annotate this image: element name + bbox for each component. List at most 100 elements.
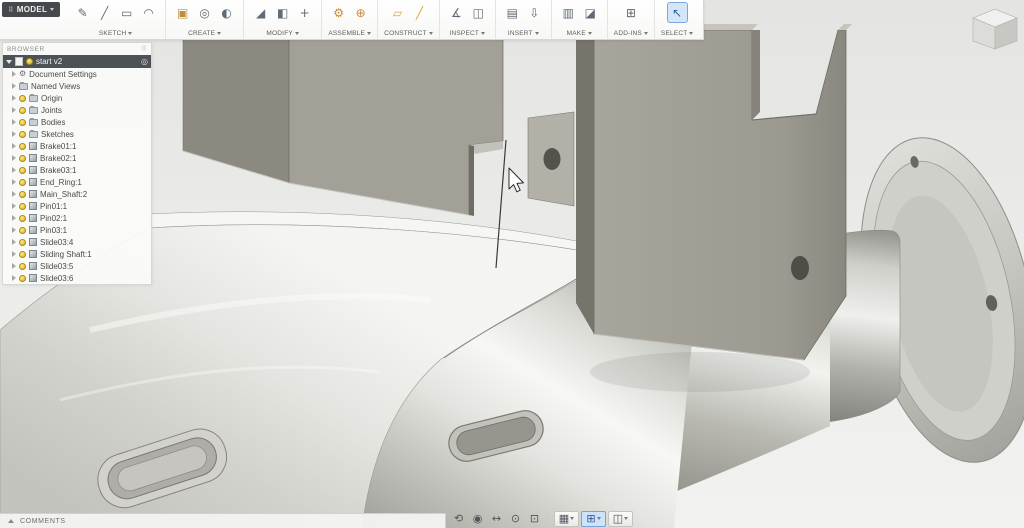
expand-arrow-icon[interactable] [12,191,16,197]
expand-arrow-icon[interactable] [12,71,16,77]
toolbar-menu-inspect[interactable]: INSPECT [446,30,489,37]
decal-button[interactable]: ⇩ [524,2,545,23]
browser-item-sketches[interactable]: Sketches [3,128,151,140]
look-at-button[interactable]: ◉ [469,511,486,527]
shell-button[interactable]: ◧ [272,2,293,23]
visibility-bulb-icon[interactable] [19,143,26,150]
zoom-button[interactable]: ⊙ [507,511,524,527]
expand-arrow-icon[interactable] [12,107,16,113]
activate-component-icon[interactable]: ◎ [141,58,148,66]
measure-button[interactable]: ∡ [446,2,467,23]
toolbar-menu-select[interactable]: SELECT [661,30,694,37]
insert-mesh-button[interactable]: ▤ [502,2,523,23]
collapse-arrow-icon[interactable] [6,60,12,64]
cam-button[interactable]: ◪ [580,2,601,23]
viewports-button[interactable]: ◫ [608,511,633,527]
browser-item-end-ring[interactable]: End_Ring:1 [3,176,151,188]
browser-item-brake03[interactable]: Brake03:1 [3,164,151,176]
press-pull-button[interactable]: ◢ [250,2,271,23]
expand-arrow-icon[interactable] [12,143,16,149]
visibility-bulb-icon[interactable] [19,215,26,222]
visibility-bulb-icon[interactable] [19,203,26,210]
browser-item-main-shaft[interactable]: Main_Shaft:2 [3,188,151,200]
sketch-arc-button[interactable]: ◠ [138,2,159,23]
expand-arrow-icon[interactable] [12,119,16,125]
construction-axis-button[interactable]: ╱ [409,2,430,23]
browser-item-bodies[interactable]: Bodies [3,116,151,128]
browser-item-brake02[interactable]: Brake02:1 [3,152,151,164]
sketch-line-button[interactable]: ╱ [94,2,115,23]
visibility-bulb-icon[interactable] [19,119,26,126]
print-3d-button[interactable]: ▥ [558,2,579,23]
new-component-button[interactable]: ⚙ [328,2,349,23]
expand-arrow-icon[interactable] [12,239,16,245]
toolbar-menu-modify[interactable]: MODIFY [250,30,315,37]
workspace-switcher[interactable]: ⠿ MODEL [2,2,60,17]
browser-item-slide03-6[interactable]: Slide03:6 [3,272,151,284]
sweep-button[interactable]: ◐ [216,2,237,23]
viewport-3d[interactable] [0,0,1024,528]
expand-arrow-icon[interactable] [12,95,16,101]
scripts-addins-button[interactable]: ⊞ [620,2,641,23]
toolbar-menu-create[interactable]: CREATE [172,30,237,37]
expand-arrow-icon[interactable] [12,203,16,209]
sketch-rectangle-button[interactable]: ▭ [116,2,137,23]
section-analysis-button[interactable]: ◫ [468,2,489,23]
expand-arrow-icon[interactable] [12,251,16,257]
toolbar-menu-construct[interactable]: CONSTRUCT [384,30,433,37]
browser-item-slide03-5[interactable]: Slide03:5 [3,260,151,272]
browser-item-origin[interactable]: Origin [3,92,151,104]
fit-button[interactable]: ⊡ [526,511,543,527]
visibility-bulb-icon[interactable] [19,275,26,282]
expand-arrow-icon[interactable] [12,83,16,89]
toolbar-menu-add-ins[interactable]: ADD-INS [614,30,648,37]
browser-item-pin01[interactable]: Pin01:1 [3,200,151,212]
visibility-bulb-icon[interactable] [19,251,26,258]
revolve-button[interactable]: ◎ [194,2,215,23]
view-cube[interactable] [973,9,1017,49]
expand-arrow-icon[interactable] [12,227,16,233]
browser-item-pin03[interactable]: Pin03:1 [3,224,151,236]
visibility-bulb-icon[interactable] [19,167,26,174]
toolbar-menu-assemble[interactable]: ASSEMBLE [328,30,371,37]
browser-item-named-views[interactable]: Named Views [3,80,151,92]
visibility-bulb-icon[interactable] [19,131,26,138]
visibility-bulb-icon[interactable] [19,263,26,270]
visibility-bulb-icon[interactable] [26,58,33,65]
expand-arrow-icon[interactable] [12,263,16,269]
grid-and-snaps-button[interactable]: ⊞ [581,511,606,527]
construction-plane-button[interactable]: ▱ [387,2,408,23]
visibility-bulb-icon[interactable] [19,179,26,186]
browser-item-document-settings[interactable]: ⚙ Document Settings [3,68,151,80]
visibility-bulb-icon[interactable] [19,191,26,198]
expand-arrow-icon[interactable] [12,179,16,185]
visibility-bulb-icon[interactable] [19,155,26,162]
browser-item-joints[interactable]: Joints [3,104,151,116]
joint-button[interactable]: ⊕ [350,2,371,23]
expand-arrow-icon[interactable] [12,131,16,137]
expand-arrow-icon[interactable] [12,155,16,161]
expand-arrow-icon[interactable] [12,167,16,173]
browser-item-slide03-4[interactable]: Slide03:4 [3,236,151,248]
expand-arrow-icon[interactable] [12,275,16,281]
select-button[interactable]: ↖ [667,2,688,23]
browser-item-pin02[interactable]: Pin02:1 [3,212,151,224]
display-settings-button[interactable]: ▦ [554,511,579,527]
browser-root-item[interactable]: start v2 ◎ [3,55,151,68]
visibility-bulb-icon[interactable] [19,107,26,114]
browser-item-brake01[interactable]: Brake01:1 [3,140,151,152]
toolbar-menu-sketch[interactable]: SKETCH [72,30,159,37]
extrude-button[interactable]: ▣ [172,2,193,23]
visibility-bulb-icon[interactable] [19,227,26,234]
browser-item-sliding-shaft[interactable]: Sliding Shaft:1 [3,248,151,260]
visibility-bulb-icon[interactable] [19,239,26,246]
move-button[interactable]: + [294,2,315,23]
pan-button[interactable]: ↔ [488,511,505,527]
comments-bar[interactable]: COMMENTS [0,513,446,528]
create-sketch-button[interactable]: ✎ [72,2,93,23]
visibility-bulb-icon[interactable] [19,95,26,102]
orbit-button[interactable]: ⟲ [450,511,467,527]
toolbar-menu-make[interactable]: MAKE [558,30,601,37]
expand-arrow-icon[interactable] [12,215,16,221]
browser-header[interactable]: BROWSER ⠿ [3,43,151,55]
